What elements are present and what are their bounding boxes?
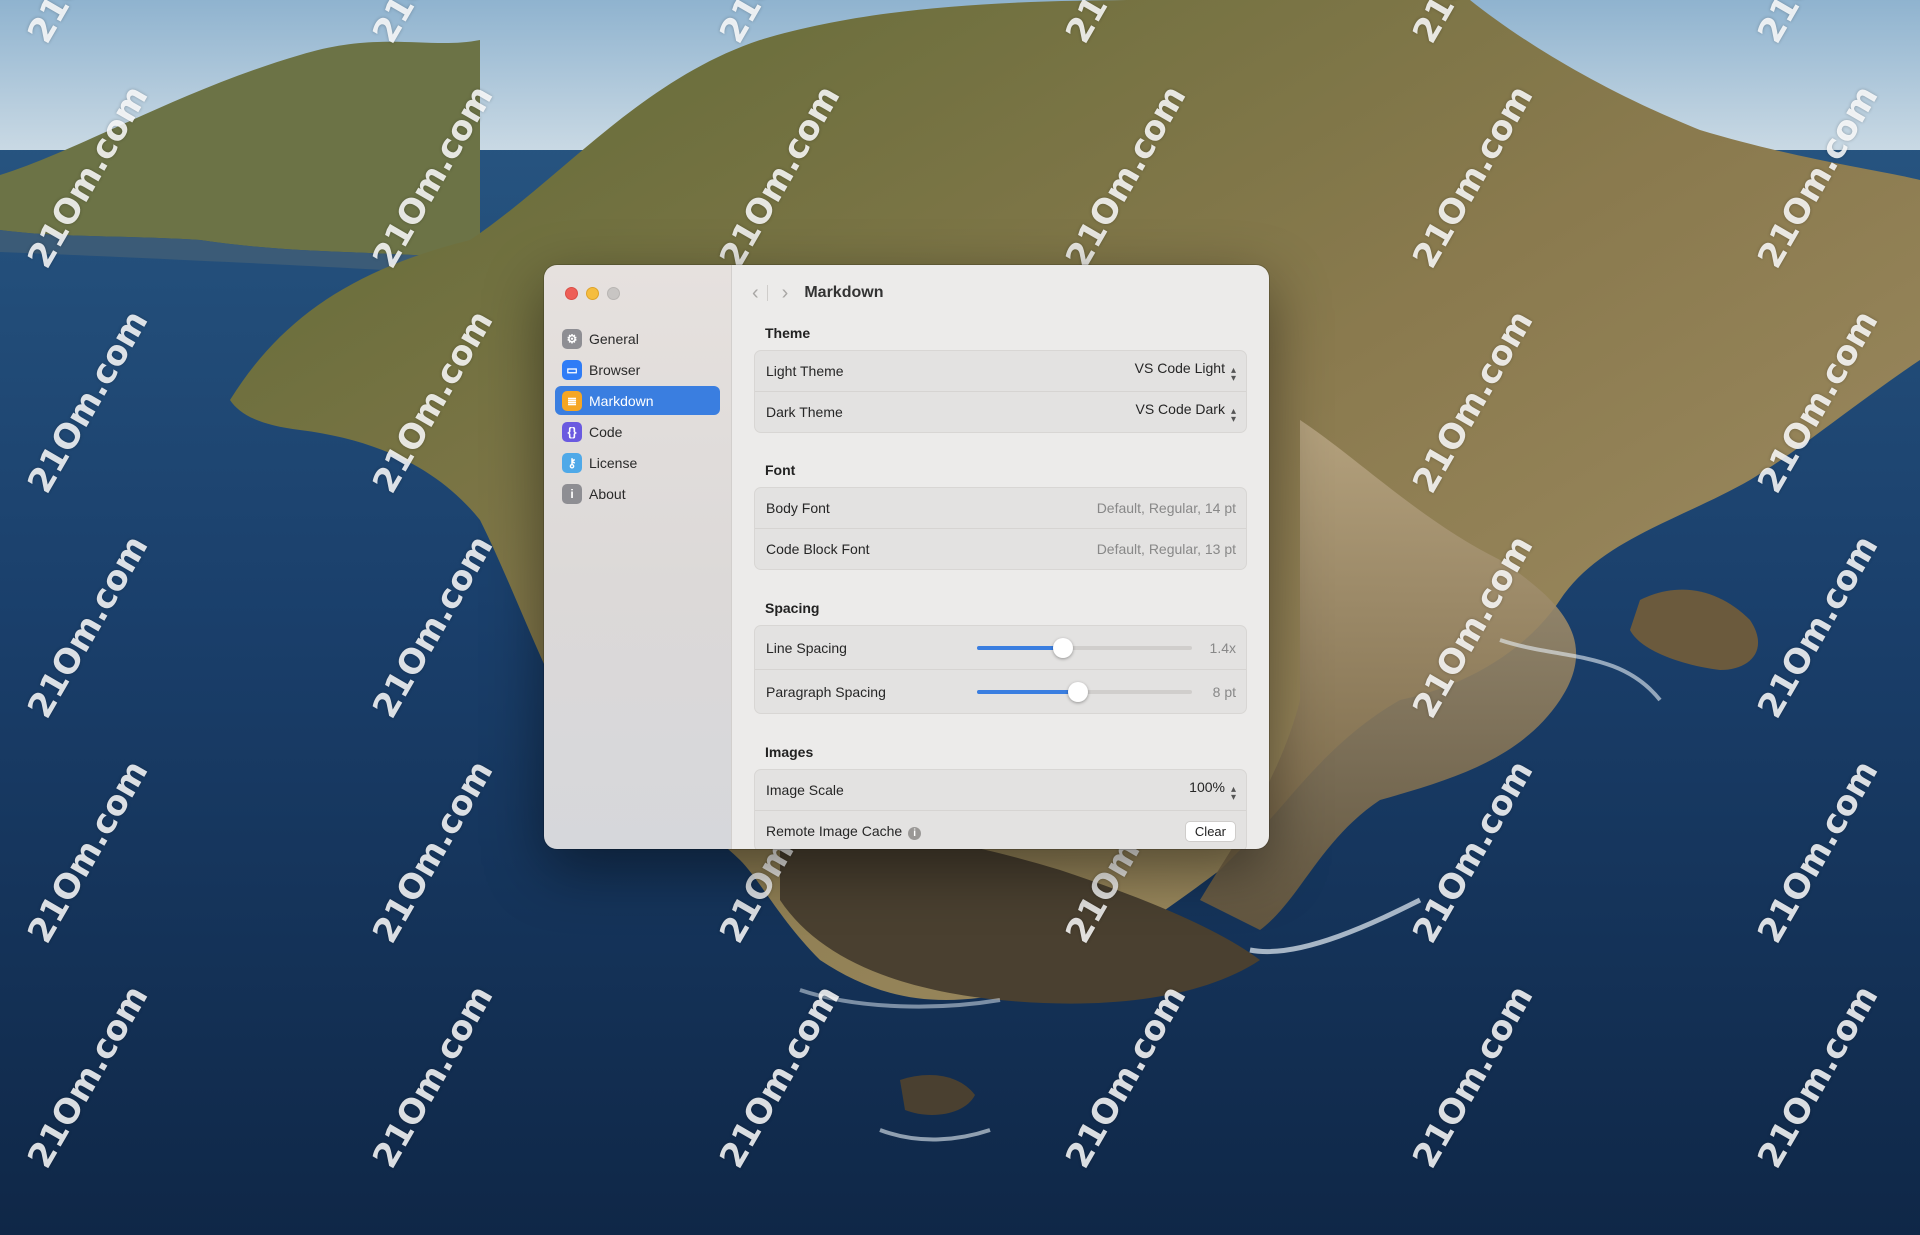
- dark-theme-value: VS Code Dark: [1135, 400, 1225, 417]
- paragraph-spacing-fill: [977, 689, 1079, 694]
- sidebar-item-label: About: [589, 485, 626, 502]
- font-section-header: Font: [765, 462, 796, 478]
- image-scale-value: 100%: [1189, 778, 1225, 795]
- toolbar-divider: [766, 285, 768, 301]
- sidebar-item-general[interactable]: ⚙ General: [555, 324, 720, 353]
- toolbar: ‹ › Markdown: [732, 265, 1269, 321]
- code-font-row[interactable]: Code Block Font Default, Regular, 13 pt: [755, 528, 1246, 569]
- body-font-value: Default, Regular, 14 pt: [1096, 500, 1236, 516]
- key-icon: ⚷: [562, 452, 582, 473]
- dark-theme-popup[interactable]: VS Code Dark ▴ ▾: [1135, 400, 1236, 425]
- dark-theme-label: Dark Theme: [766, 404, 843, 420]
- sidebar-nav: ⚙ General ▭ Browser ≣ Markdown {} Code ⚷ License i…: [555, 324, 720, 510]
- info-icon: i: [562, 483, 582, 504]
- light-theme-value: VS Code Light: [1134, 359, 1225, 376]
- info-icon[interactable]: i: [908, 826, 922, 840]
- sidebar-item-label: General: [589, 330, 639, 347]
- clear-cache-button[interactable]: Clear: [1184, 820, 1236, 842]
- up-down-chevron-icon: ▴ ▾: [1230, 364, 1236, 384]
- sidebar-item-about[interactable]: i About: [555, 479, 720, 508]
- sidebar-item-license[interactable]: ⚷ License: [555, 448, 720, 477]
- line-spacing-slider[interactable]: [977, 637, 1192, 658]
- curly-braces-icon: {}: [562, 421, 582, 442]
- image-scale-popup[interactable]: 100% ▴ ▾: [1189, 778, 1236, 803]
- sidebar-item-browser[interactable]: ▭ Browser: [555, 355, 720, 384]
- sidebar: ⚙ General ▭ Browser ≣ Markdown {} Code ⚷ License i…: [544, 265, 732, 849]
- close-window-button[interactable]: [565, 287, 578, 300]
- light-theme-row: Light Theme VS Code Light ▴ ▾: [755, 351, 1246, 391]
- theme-section-header: Theme: [765, 325, 811, 341]
- body-font-label: Body Font: [766, 500, 830, 516]
- sidebar-item-label: License: [589, 454, 638, 471]
- line-spacing-row: Line Spacing 1.4x: [755, 626, 1246, 669]
- remote-image-cache-row: Remote Image Cache i Clear: [755, 810, 1246, 849]
- remote-image-cache-label: Remote Image Cache i: [766, 823, 1185, 840]
- code-font-label: Code Block Font: [766, 541, 870, 557]
- dark-theme-row: Dark Theme VS Code Dark ▴ ▾: [755, 391, 1246, 432]
- theme-group: Light Theme VS Code Light ▴ ▾ Dark Theme V…: [754, 350, 1247, 433]
- image-scale-label: Image Scale: [766, 782, 844, 798]
- image-scale-row: Image Scale 100% ▴ ▾: [755, 770, 1246, 810]
- browser-window-icon: ▭: [562, 359, 582, 380]
- back-chevron-icon[interactable]: ‹: [752, 283, 759, 303]
- sidebar-item-code[interactable]: {} Code: [555, 417, 720, 446]
- spacing-section-header: Spacing: [765, 600, 820, 616]
- sidebar-item-markdown[interactable]: ≣ Markdown: [555, 386, 720, 415]
- sidebar-item-label: Browser: [589, 361, 641, 378]
- light-theme-popup[interactable]: VS Code Light ▴ ▾: [1134, 359, 1236, 384]
- font-group: Body Font Default, Regular, 14 pt Code B…: [754, 487, 1247, 570]
- zoom-window-button[interactable]: [607, 287, 620, 300]
- up-down-chevron-icon: ▴ ▾: [1230, 405, 1236, 425]
- light-theme-label: Light Theme: [766, 363, 844, 379]
- sidebar-item-label: Markdown: [589, 392, 654, 409]
- spacing-group: Line Spacing 1.4x Paragraph Spacing 8 pt: [754, 625, 1247, 714]
- paragraph-spacing-row: Paragraph Spacing 8 pt: [755, 669, 1246, 713]
- line-spacing-fill: [977, 645, 1063, 650]
- window-controls: [565, 287, 620, 300]
- forward-chevron-icon[interactable]: ›: [782, 283, 789, 303]
- line-spacing-knob[interactable]: [1053, 637, 1073, 658]
- settings-window: ⚙ General ▭ Browser ≣ Markdown {} Code ⚷ License i…: [544, 265, 1269, 849]
- document-icon: ≣: [562, 390, 582, 411]
- line-spacing-value: 1.4x: [1209, 639, 1236, 656]
- sidebar-item-label: Code: [589, 423, 623, 440]
- remote-image-cache-text: Remote Image Cache: [766, 822, 903, 839]
- body-font-row[interactable]: Body Font Default, Regular, 14 pt: [755, 488, 1246, 528]
- settings-content: ‹ › Markdown Theme Light Theme VS Code L…: [732, 265, 1269, 849]
- code-font-value: Default, Regular, 13 pt: [1096, 541, 1236, 557]
- page-title: Markdown: [804, 284, 884, 301]
- paragraph-spacing-knob[interactable]: [1068, 681, 1089, 702]
- up-down-chevron-icon: ▴ ▾: [1230, 783, 1236, 803]
- paragraph-spacing-value: 8 pt: [1212, 683, 1236, 700]
- minimize-window-button[interactable]: [586, 287, 599, 300]
- images-section-header: Images: [765, 744, 814, 760]
- paragraph-spacing-slider[interactable]: [977, 681, 1192, 702]
- images-group: Image Scale 100% ▴ ▾ Remote Image Cache i C…: [754, 769, 1247, 849]
- gear-icon: ⚙: [562, 328, 582, 349]
